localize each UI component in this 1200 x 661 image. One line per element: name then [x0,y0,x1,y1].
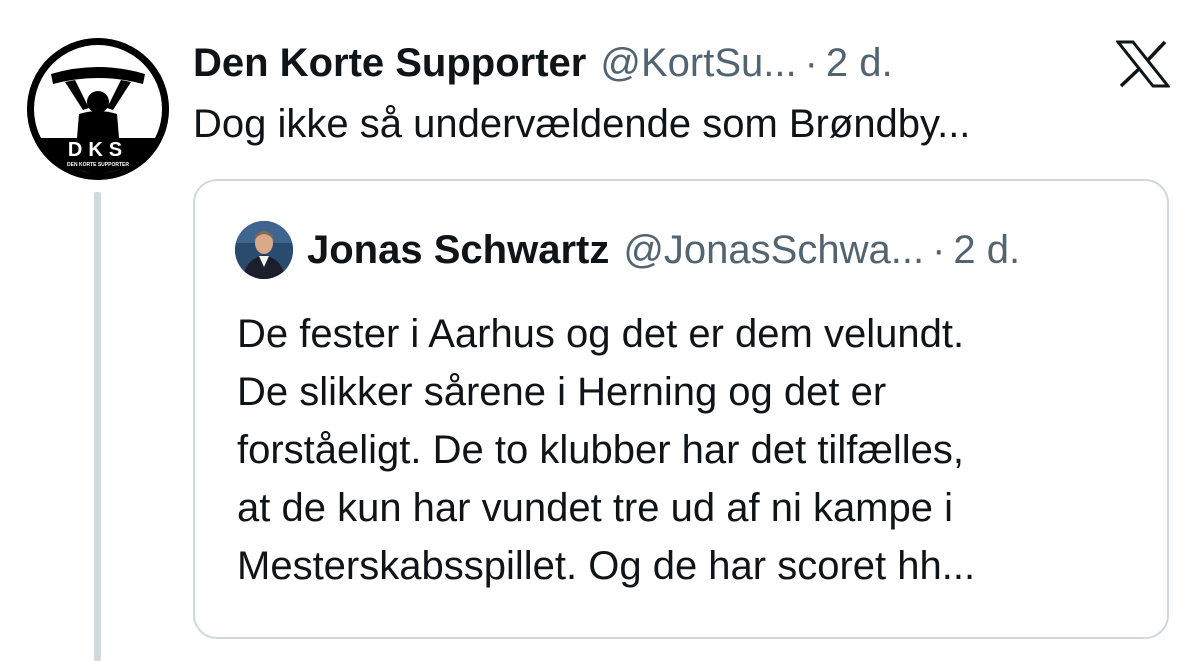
tweet-text: Dog ikke så undervældende som Brøndby... [193,102,971,146]
quoted-author-handle[interactable]: @JonasSchwa... [623,225,924,275]
x-logo-svg [1114,40,1172,88]
dks-logo-subtext: DEN KORTE SUPPORTER [67,162,129,168]
tweet-header: Den Korte Supporter @KortSu... · 2 d. [193,38,893,88]
quoted-tweet-timestamp[interactable]: 2 d. [953,225,1020,275]
author-handle[interactable]: @KortSu... [600,38,796,88]
quoted-tweet-text: De fester i Aarhus og det er dem velundt… [237,305,1157,595]
x-logo-icon[interactable] [1114,40,1172,88]
quoted-separator-dot: · [932,228,946,272]
quoted-text-line: De slikker sårene i Herning og det er [237,370,887,414]
quoted-tweet-card[interactable]: Jonas Schwartz @JonasSchwa... · 2 d. De … [193,179,1169,639]
quoted-author-avatar[interactable] [235,221,293,279]
quoted-tweet-header: Jonas Schwartz @JonasSchwa... · 2 d. [307,225,1020,275]
quoted-text-line: De fester i Aarhus og det er dem velundt… [237,312,965,356]
separator-dot: · [804,41,818,85]
author-avatar[interactable]: DKS DEN KORTE SUPPORTER [27,38,169,180]
author-name[interactable]: Den Korte Supporter [193,38,586,88]
tweet-timestamp[interactable]: 2 d. [826,38,893,88]
quoted-text-line: at de kun har vundet tre ud af ni kampe … [237,486,953,530]
quoted-author-name[interactable]: Jonas Schwartz [307,225,609,275]
thread-line [94,192,101,661]
quoted-text-line: forståeligt. De to klubber har det tilfæ… [237,428,965,472]
quoted-text-line: Mesterskabsspillet. Og de har scoret hh.… [237,544,976,588]
dks-logo-icon: DKS DEN KORTE SUPPORTER [27,38,169,180]
profile-photo-icon [235,221,293,279]
dks-logo-text: DKS [68,139,128,161]
